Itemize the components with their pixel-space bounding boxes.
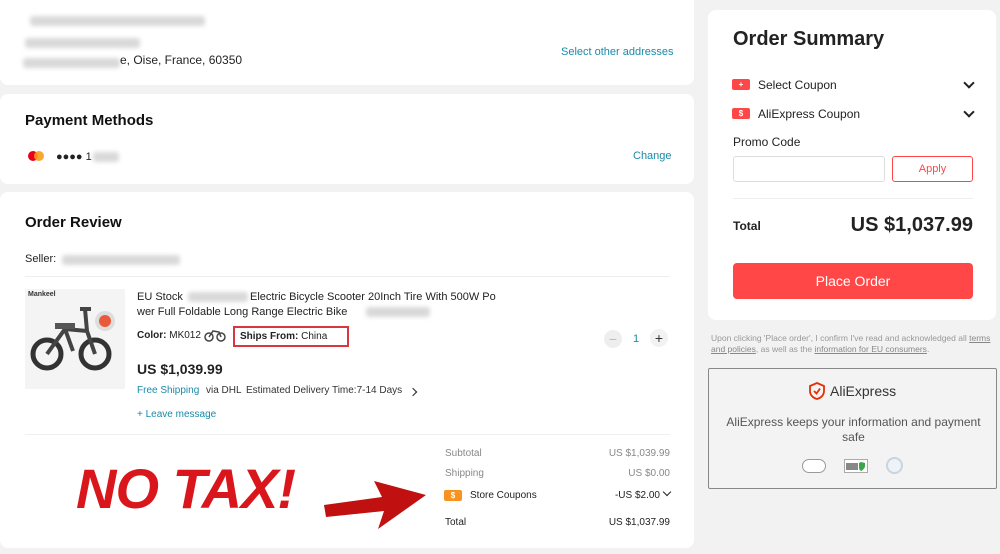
- order-review-title: Order Review: [25, 214, 122, 231]
- leave-message-link[interactable]: + Leave message: [137, 409, 216, 420]
- payment-methods-title: Payment Methods: [25, 112, 154, 129]
- promo-code-label: Promo Code: [733, 135, 801, 149]
- redacted-name-phone: [30, 16, 205, 26]
- address-region-text: e, Oise, France, 60350: [120, 53, 243, 67]
- shipping-label: Shipping: [445, 468, 484, 479]
- product-image[interactable]: Mankeel: [25, 289, 125, 389]
- subtotal-value: US $1,039.99: [608, 448, 670, 459]
- product-price: US $1,039.99: [137, 361, 223, 377]
- store-coupons-value: -US $2.00: [614, 490, 660, 501]
- review-total-label: Total: [445, 517, 467, 528]
- product-title-main[interactable]: Electric Bicycle Scooter 20Inch Tire Wit…: [250, 291, 496, 303]
- select-coupon-chevron-down-icon[interactable]: [963, 77, 975, 89]
- free-shipping-text: Free Shipping: [137, 385, 200, 396]
- eu-consumers-link[interactable]: information for EU consumers: [815, 344, 927, 354]
- ships-from-value: China: [301, 331, 328, 342]
- delivery-chevron-right-icon[interactable]: [408, 387, 418, 397]
- no-tax-overlay-text: NO TAX!: [76, 457, 296, 520]
- redacted-card-digits: [93, 152, 119, 162]
- card-number: ●●●● 1: [56, 151, 92, 163]
- terms-text-2: , as well as the: [755, 344, 813, 354]
- subtotal-label: Subtotal: [445, 448, 482, 459]
- color-value: MK012: [169, 330, 201, 341]
- shipping-value: US $0.00: [628, 468, 670, 479]
- trust-message: AliExpress keeps your information and pa…: [726, 415, 981, 444]
- redacted-title-part: [188, 292, 248, 302]
- payment-methods-card: Payment Methods ●●●● 1 Change: [0, 94, 694, 184]
- ships-from-box: Ships From: China: [233, 326, 349, 347]
- color-key: Color:: [137, 330, 167, 341]
- review-total-value: US $1,037.99: [608, 517, 670, 528]
- color-label: Color: MK012: [137, 330, 201, 341]
- aliexpress-coupon-label[interactable]: AliExpress Coupon: [758, 107, 860, 121]
- terms-text: Upon clicking 'Place order', I confirm I…: [711, 333, 998, 355]
- aliexpress-shield-icon: [809, 382, 825, 400]
- select-coupon-icon: +: [732, 79, 750, 90]
- product-title-line2[interactable]: wer Full Foldable Long Range Electric Bi…: [137, 306, 347, 318]
- summary-total-label: Total: [733, 219, 761, 233]
- order-summary-title: Order Summary: [733, 28, 885, 50]
- terms-text-1: Upon clicking 'Place order', I confirm I…: [711, 333, 967, 343]
- aliexpress-coupon-icon: $: [732, 108, 750, 119]
- select-other-addresses-link[interactable]: Select other addresses: [561, 46, 674, 58]
- aliexpress-logo-text: AliExpress: [830, 383, 897, 399]
- color-thumbnail-icon: [204, 326, 226, 342]
- store-coupon-icon: $: [444, 490, 462, 501]
- apply-button[interactable]: Apply: [892, 156, 973, 182]
- summary-total-value: US $1,037.99: [850, 214, 973, 236]
- redacted-title-suffix: [366, 307, 430, 317]
- place-order-button[interactable]: Place Order: [733, 263, 973, 299]
- mastercard-icon: [26, 150, 46, 163]
- store-coupons-chevron-down-icon[interactable]: [662, 487, 672, 497]
- quantity-increase-button[interactable]: +: [650, 329, 668, 347]
- red-arrow-icon: [324, 481, 426, 529]
- change-payment-link[interactable]: Change: [633, 150, 672, 162]
- certification-seal-icon: [886, 457, 903, 474]
- e-bike-image: [30, 307, 115, 371]
- seller-label: Seller:: [25, 253, 57, 265]
- ships-from-key: Ships From:: [240, 331, 299, 342]
- select-coupon-label[interactable]: Select Coupon: [758, 78, 837, 92]
- order-summary-card: Order Summary + Select Coupon $ AliExpre…: [708, 10, 996, 320]
- quantity-decrease-button[interactable]: −: [604, 330, 622, 348]
- quantity-value[interactable]: 1: [633, 333, 639, 345]
- redacted-city: [23, 58, 120, 68]
- shipping-carrier: via DHL: [206, 385, 242, 396]
- divider: [733, 198, 973, 199]
- order-review-card: Order Review Seller: Mankeel EU Stock El…: [0, 192, 694, 548]
- terms-text-3: .: [926, 344, 930, 354]
- promo-code-input[interactable]: [733, 156, 885, 182]
- product-title-prefix[interactable]: EU Stock: [137, 291, 183, 303]
- security-badge-icon: [802, 459, 826, 473]
- redacted-street: [25, 38, 140, 48]
- redacted-seller-name: [62, 255, 180, 265]
- trust-card: AliExpress AliExpress keeps your informa…: [708, 368, 997, 489]
- divider: [25, 276, 670, 277]
- address-card: e, Oise, France, 60350 Select other addr…: [0, 0, 694, 85]
- delivery-time[interactable]: Estimated Delivery Time:7-14 Days: [246, 385, 402, 396]
- store-coupons-label[interactable]: Store Coupons: [470, 490, 537, 501]
- divider: [25, 434, 670, 435]
- aliexpress-coupon-chevron-down-icon[interactable]: [963, 106, 975, 118]
- verified-badge-icon: [844, 459, 868, 473]
